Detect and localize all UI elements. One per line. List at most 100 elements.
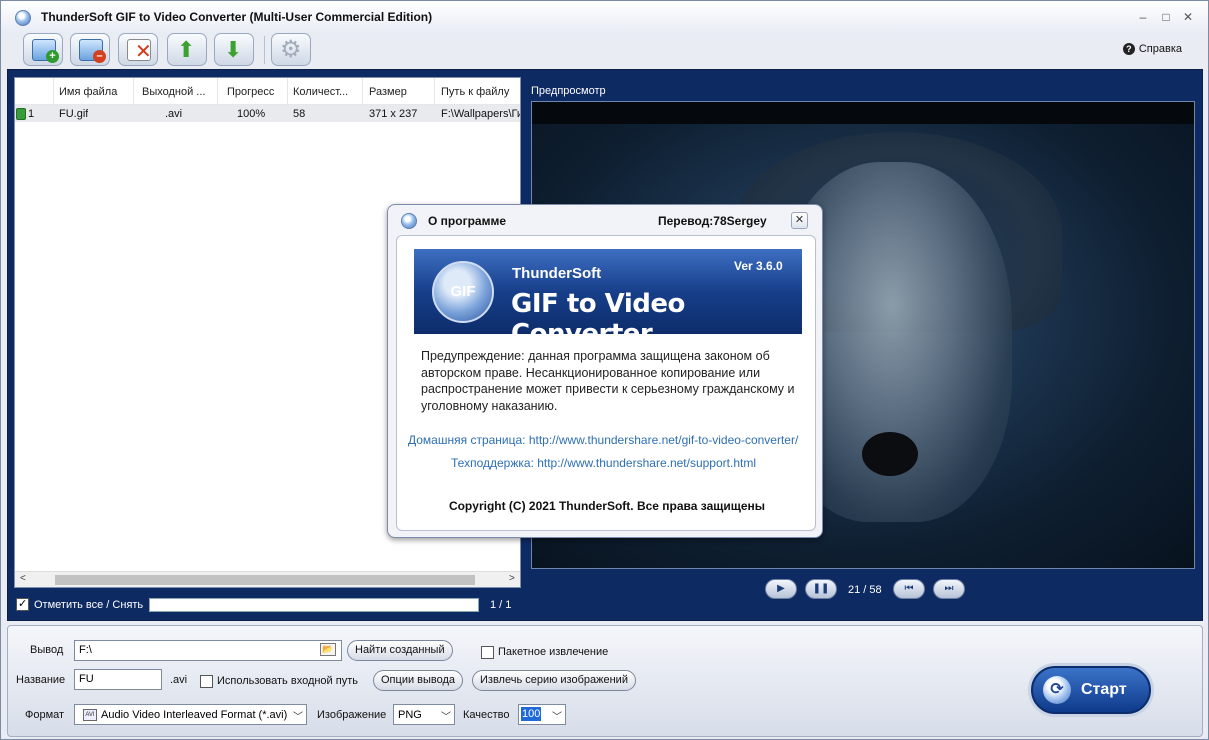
play-button[interactable]: ▶ bbox=[765, 579, 797, 599]
refresh-icon: ⟳ bbox=[1043, 676, 1071, 704]
close-button[interactable]: ✕ bbox=[1181, 10, 1195, 24]
frame-counter: 21 / 58 bbox=[848, 584, 882, 596]
maximize-button[interactable]: □ bbox=[1159, 10, 1173, 24]
row-count: 58 bbox=[293, 108, 306, 120]
dialog-title: О программе bbox=[428, 214, 507, 228]
scrollbar-thumb[interactable] bbox=[55, 575, 475, 585]
minus-icon: – bbox=[93, 50, 106, 63]
row-size: 371 x 237 bbox=[369, 108, 418, 120]
preview-letterbox bbox=[532, 102, 1194, 124]
play-icon: ▶ bbox=[777, 583, 785, 594]
column-separator bbox=[53, 78, 54, 105]
pause-button[interactable]: ❚❚ bbox=[805, 579, 837, 599]
row-filename: FU.gif bbox=[59, 108, 89, 120]
extract-series-button[interactable]: Извлечь серию изображений bbox=[472, 670, 636, 691]
column-header-count[interactable]: Количест... bbox=[293, 86, 363, 98]
check-all-control[interactable]: Отметить все / Снять bbox=[16, 597, 143, 611]
use-input-path-label: Использовать входной путь bbox=[217, 675, 358, 687]
close-icon: ✕ bbox=[794, 214, 805, 226]
dialog-body: GIF ThunderSoft GIF to Video Converter V… bbox=[396, 235, 816, 531]
banner-product: GIF to Video Converter bbox=[511, 289, 685, 349]
minimize-button[interactable]: – bbox=[1136, 10, 1150, 24]
version-label: Ver 3.6.0 bbox=[734, 259, 783, 273]
column-separator bbox=[434, 78, 435, 105]
output-options-button[interactable]: Опции вывода bbox=[373, 670, 464, 691]
remove-file-button[interactable]: – bbox=[70, 33, 110, 66]
settings-button[interactable]: ⚙ bbox=[271, 33, 311, 66]
dialog-app-icon bbox=[401, 213, 417, 229]
support-link[interactable]: Техподдержка: http://www.thundershare.ne… bbox=[451, 456, 756, 470]
table-row[interactable]: 1 FU.gif .avi 100% 58 371 x 237 F:\Wallp… bbox=[15, 105, 520, 122]
format-select[interactable]: AVI Audio Video Interleaved Format (*.av… bbox=[74, 704, 307, 725]
output-path-field[interactable]: F:\ bbox=[74, 640, 342, 661]
quality-select[interactable]: 100 ﹀ bbox=[518, 704, 566, 725]
batch-extract-checkbox[interactable] bbox=[481, 646, 494, 659]
image-format-select[interactable]: PNG ﹀ bbox=[393, 704, 455, 725]
row-progress: 100% bbox=[237, 108, 266, 120]
chevron-down-icon: ﹀ bbox=[552, 712, 562, 723]
product-banner: GIF ThunderSoft GIF to Video Converter V… bbox=[414, 249, 802, 349]
previous-frame-button[interactable]: ⏮ bbox=[893, 579, 925, 599]
start-button[interactable]: ⟳ Старт bbox=[1031, 666, 1151, 714]
name-field[interactable]: FU bbox=[74, 669, 162, 690]
image-format-value: PNG bbox=[398, 709, 422, 721]
avi-format-icon: AVI bbox=[83, 709, 97, 721]
window-title: ThunderSoft GIF to Video Converter (Mult… bbox=[41, 10, 433, 24]
selected-count: 1 / 1 bbox=[490, 599, 512, 611]
dialog-close-button[interactable]: ✕ bbox=[791, 212, 808, 229]
chevron-down-icon: ﹀ bbox=[441, 712, 451, 723]
move-up-button[interactable]: ⬆ bbox=[167, 33, 207, 66]
app-icon bbox=[15, 10, 31, 26]
use-input-path-checkbox[interactable] bbox=[200, 675, 213, 688]
main-window: ThunderSoft GIF to Video Converter (Mult… bbox=[0, 0, 1209, 740]
help-icon: ? bbox=[1122, 43, 1135, 55]
quality-value: 100 bbox=[521, 707, 542, 721]
file-status-icon bbox=[16, 108, 26, 120]
column-separator bbox=[362, 78, 363, 105]
column-header-output[interactable]: Выходной ... bbox=[142, 86, 212, 98]
clear-list-button[interactable]: ✕ bbox=[118, 33, 158, 66]
skip-back-icon: ⏮ bbox=[904, 583, 914, 594]
dialog-translator: Перевод:78Sergey bbox=[658, 214, 767, 228]
quality-label: Качество bbox=[463, 709, 510, 721]
image-label: Изображение bbox=[317, 709, 387, 721]
name-label: Название bbox=[16, 674, 66, 686]
start-label: Старт bbox=[1081, 681, 1127, 698]
column-separator bbox=[133, 78, 134, 105]
find-created-button[interactable]: Найти созданный bbox=[347, 640, 453, 661]
title-bar: ThunderSoft GIF to Video Converter (Mult… bbox=[1, 1, 1208, 33]
move-down-button[interactable]: ⬇ bbox=[214, 33, 254, 66]
horizontal-scrollbar[interactable]: < > bbox=[15, 571, 520, 587]
add-file-button[interactable]: + bbox=[23, 33, 63, 66]
column-separator bbox=[287, 78, 288, 105]
copyright-warning: Предупреждение: данная программа защищен… bbox=[421, 349, 795, 413]
conversion-progress-bar bbox=[149, 598, 479, 612]
arrow-down-icon: ⬇ bbox=[224, 37, 243, 62]
row-output: .avi bbox=[165, 108, 183, 120]
column-header-size[interactable]: Размер bbox=[369, 86, 431, 98]
next-frame-button[interactable]: ⏭ bbox=[933, 579, 965, 599]
plus-icon: + bbox=[46, 50, 59, 63]
scroll-left-icon[interactable]: < bbox=[20, 573, 26, 584]
about-dialog: О программе Перевод:78Sergey ✕ GIF Thund… bbox=[387, 204, 823, 538]
pause-icon: ❚❚ bbox=[812, 583, 830, 594]
browse-folder-icon[interactable]: 📂 bbox=[320, 643, 336, 656]
scroll-right-icon[interactable]: > bbox=[509, 573, 515, 584]
gear-icon: ⚙ bbox=[280, 36, 302, 63]
check-all-checkbox[interactable] bbox=[16, 597, 29, 611]
batch-extract-label: Пакетное извлечение bbox=[498, 646, 609, 658]
column-header-path[interactable]: Путь к файлу bbox=[441, 86, 519, 98]
toolbar-separator bbox=[264, 36, 265, 64]
preview-label: Предпросмотр bbox=[531, 85, 606, 97]
row-path: F:\Wallpapers\Ги bbox=[441, 108, 520, 120]
output-label: Вывод bbox=[30, 644, 64, 656]
help-label: Справка bbox=[1138, 43, 1182, 55]
row-index: 1 bbox=[28, 108, 35, 120]
delete-x-icon: ✕ bbox=[135, 41, 152, 63]
column-header-filename[interactable]: Имя файла bbox=[59, 86, 137, 98]
skip-forward-icon: ⏭ bbox=[944, 583, 954, 594]
help-link[interactable]: ? Справка bbox=[1122, 43, 1182, 55]
name-extension: .avi bbox=[170, 674, 188, 686]
homepage-link[interactable]: Домашняя страница: http://www.thundersha… bbox=[408, 433, 798, 447]
column-header-progress[interactable]: Прогресс bbox=[227, 86, 289, 98]
